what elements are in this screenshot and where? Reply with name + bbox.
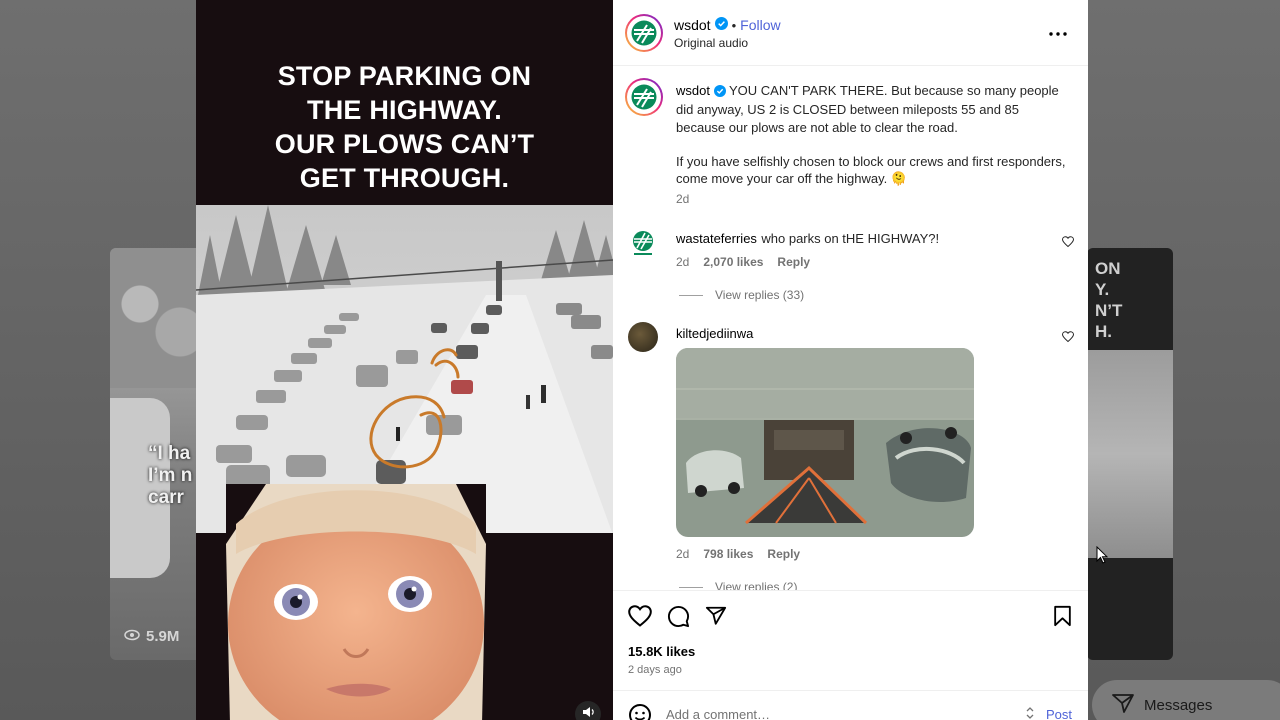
- caption-avatar[interactable]: [625, 78, 663, 116]
- post-comment-button[interactable]: Post: [1046, 707, 1072, 720]
- comment-time[interactable]: 2d: [676, 255, 689, 269]
- preview-image: [1087, 350, 1173, 558]
- share-send-icon[interactable]: [705, 605, 727, 627]
- send-icon: [1112, 693, 1134, 717]
- comment-time[interactable]: 2d: [676, 547, 689, 561]
- header-user-line: wsdot • Follow: [674, 17, 781, 33]
- caption-username[interactable]: wsdot: [676, 83, 710, 98]
- preview-views: 5.9M: [124, 628, 179, 645]
- post-header: wsdot • Follow Original audio: [613, 0, 1088, 66]
- media-headline: STOP PARKING ON THE HIGHWAY. OUR PLOWS C…: [274, 61, 535, 193]
- messages-label: Messages: [1144, 696, 1213, 714]
- like-comment-heart-icon[interactable]: [1062, 331, 1074, 343]
- view-count: 5.9M: [146, 628, 180, 645]
- commenter-avatar[interactable]: [628, 228, 658, 258]
- comment-text: who parks on tHE HIGHWAY?!: [761, 231, 940, 246]
- comment-gif-image[interactable]: [676, 348, 974, 537]
- header-username[interactable]: wsdot: [674, 17, 711, 33]
- view-replies-label: View replies (33): [715, 288, 805, 302]
- view-replies-button[interactable]: View replies (33): [679, 288, 804, 302]
- next-post-preview[interactable]: ON Y. N’T H.: [1087, 248, 1173, 660]
- messages-button[interactable]: Messages: [1092, 680, 1280, 720]
- likes-count[interactable]: 15.8K likes: [628, 644, 695, 659]
- speaker-icon: [581, 705, 595, 720]
- post-actions: 15.8K likes 2 days ago: [613, 590, 1088, 690]
- caption-text-1: YOU CAN'T PARK THERE. But because so man…: [676, 83, 1059, 135]
- comment-body: wastateferries who parks on tHE HIGHWAY?…: [676, 230, 1046, 248]
- comment-meta: 2d 2,070 likes Reply: [676, 255, 810, 269]
- separator-dot: •: [731, 17, 737, 33]
- wsdot-logo-icon: [629, 18, 659, 48]
- post-time-ago[interactable]: 2 days ago: [628, 664, 682, 676]
- replies-line: [679, 586, 703, 588]
- comment-bubble-icon[interactable]: [667, 605, 690, 628]
- caption-text-2: If you have selfishly chosen to block ou…: [676, 153, 1066, 187]
- more-options-icon[interactable]: [1049, 24, 1067, 36]
- resize-handle-icon: [1026, 707, 1034, 719]
- like-heart-icon[interactable]: [628, 605, 652, 627]
- comment-body: kiltedjediinwa: [676, 325, 753, 343]
- wsdot-avatar[interactable]: [625, 14, 663, 52]
- follow-button[interactable]: Follow: [740, 17, 780, 33]
- add-comment-bar: Add a comment… Post: [613, 690, 1088, 720]
- preview-image: [110, 248, 210, 388]
- caption-timestamp[interactable]: 2d: [676, 192, 689, 206]
- comment-username[interactable]: kiltedjediinwa: [676, 326, 753, 341]
- replies-line: [679, 294, 703, 296]
- eye-icon: [124, 628, 140, 645]
- comment-meta: 2d 798 likes Reply: [676, 547, 800, 561]
- emoji-icon[interactable]: [628, 703, 652, 720]
- reply-button[interactable]: Reply: [767, 547, 800, 561]
- post-media[interactable]: STOP PARKING ON THE HIGHWAY. OUR PLOWS C…: [196, 0, 613, 720]
- mouse-cursor-icon: [1096, 546, 1108, 564]
- original-audio-link[interactable]: Original audio: [674, 36, 748, 50]
- like-comment-heart-icon[interactable]: [1062, 236, 1074, 248]
- save-bookmark-icon[interactable]: [1053, 605, 1072, 627]
- audio-toggle-button[interactable]: [575, 701, 601, 720]
- previous-post-preview[interactable]: “I ha I’m n carr 5.9M: [110, 248, 210, 660]
- comment-username[interactable]: wastateferries: [676, 231, 757, 246]
- commenter-avatar[interactable]: [628, 322, 658, 352]
- wsdot-logo-icon: [629, 82, 659, 112]
- verified-badge-icon: [714, 17, 728, 33]
- ferries-logo-icon: [633, 231, 653, 255]
- comment-likes[interactable]: 798 likes: [703, 547, 753, 561]
- preview-quote: “I ha I’m n carr: [148, 443, 193, 508]
- post-caption: wsdot YOU CAN'T PARK THERE. But because …: [676, 82, 1066, 187]
- reply-button[interactable]: Reply: [777, 255, 810, 269]
- verified-badge-icon: [713, 84, 726, 101]
- comment-likes[interactable]: 2,070 likes: [703, 255, 763, 269]
- doll-face-image: [226, 484, 486, 720]
- comment-input[interactable]: Add a comment…: [666, 707, 770, 720]
- preview-headline: ON Y. N’T H.: [1095, 259, 1123, 341]
- post-details-panel: wsdot • Follow Original audio wsdot YOU …: [613, 0, 1088, 720]
